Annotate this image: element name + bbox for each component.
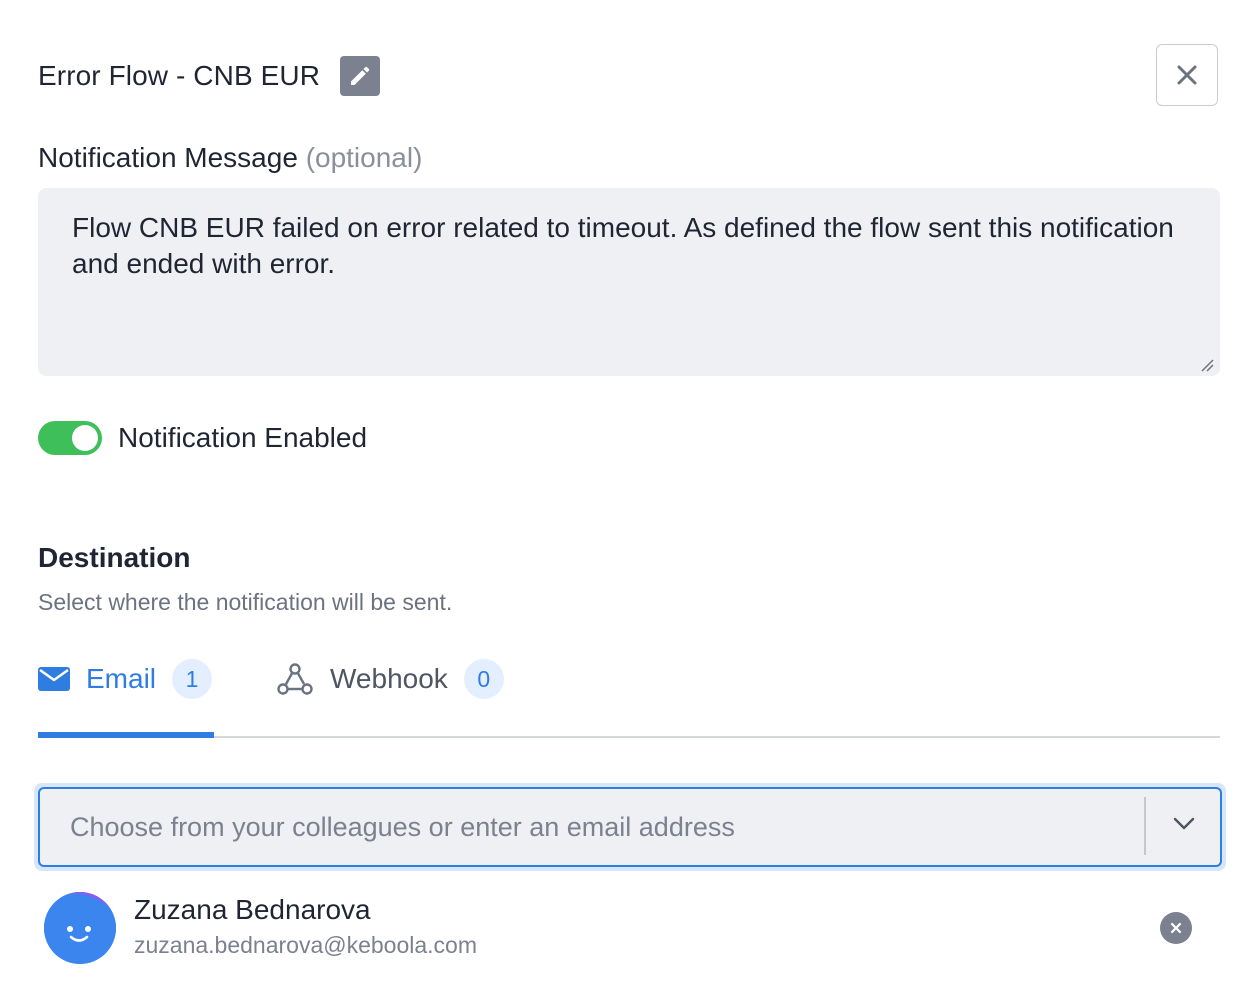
tab-webhook-label: Webhook bbox=[330, 663, 448, 694]
notification-message-value: Flow CNB EUR failed on error related to … bbox=[72, 212, 1174, 279]
close-icon bbox=[1177, 65, 1197, 85]
destination-tabs: Email 1 Webhook 0 bbox=[38, 656, 1220, 738]
active-tab-indicator bbox=[38, 732, 214, 738]
chevron-down-icon[interactable] bbox=[1172, 816, 1196, 832]
envelope-icon bbox=[38, 667, 70, 691]
tab-email-count-badge: 1 bbox=[172, 659, 213, 699]
notification-enabled-toggle[interactable] bbox=[38, 421, 102, 455]
recipient-list-item: Zuzana Bednarova zuzana.bednarova@kebool… bbox=[44, 890, 1220, 964]
webhook-icon bbox=[277, 663, 313, 695]
optional-hint: (optional) bbox=[305, 142, 423, 173]
close-button[interactable] bbox=[1156, 44, 1218, 106]
tab-webhook-count-badge: 0 bbox=[463, 659, 504, 699]
recipient-select-focus-ring: Choose from your colleagues or enter an … bbox=[34, 783, 1226, 871]
page-title: Error Flow - CNB EUR bbox=[38, 60, 321, 91]
recipient-email: zuzana.bednarova@keboola.com bbox=[134, 932, 478, 958]
toggle-knob bbox=[72, 425, 98, 451]
notification-enabled-label: Notification Enabled bbox=[118, 422, 368, 453]
select-divider bbox=[1144, 797, 1146, 855]
notification-message-label-text: Notification Message bbox=[38, 142, 298, 173]
avatar-face-icon bbox=[44, 892, 116, 964]
notification-toggle-row: Notification Enabled bbox=[38, 420, 367, 456]
remove-recipient-button[interactable] bbox=[1160, 912, 1192, 944]
recipient-select[interactable]: Choose from your colleagues or enter an … bbox=[38, 787, 1222, 867]
destination-title: Destination bbox=[38, 542, 191, 573]
resize-handle-icon[interactable] bbox=[1200, 358, 1214, 372]
notification-message-textarea[interactable]: Flow CNB EUR failed on error related to … bbox=[38, 188, 1220, 376]
recipient-select-placeholder: Choose from your colleagues or enter an … bbox=[70, 811, 735, 842]
pencil-icon bbox=[351, 66, 370, 85]
edit-title-button[interactable] bbox=[340, 56, 381, 96]
tab-email[interactable]: Email 1 bbox=[38, 656, 214, 738]
header: Error Flow - CNB EUR bbox=[38, 56, 381, 96]
avatar bbox=[44, 892, 116, 964]
destination-description: Select where the notification will be se… bbox=[38, 589, 453, 615]
tab-webhook[interactable]: Webhook 0 bbox=[276, 656, 504, 736]
close-icon bbox=[1170, 922, 1182, 934]
notification-message-label: Notification Message (optional) bbox=[38, 142, 422, 174]
recipient-name: Zuzana Bednarova bbox=[134, 894, 371, 925]
tab-email-label: Email bbox=[86, 663, 157, 694]
